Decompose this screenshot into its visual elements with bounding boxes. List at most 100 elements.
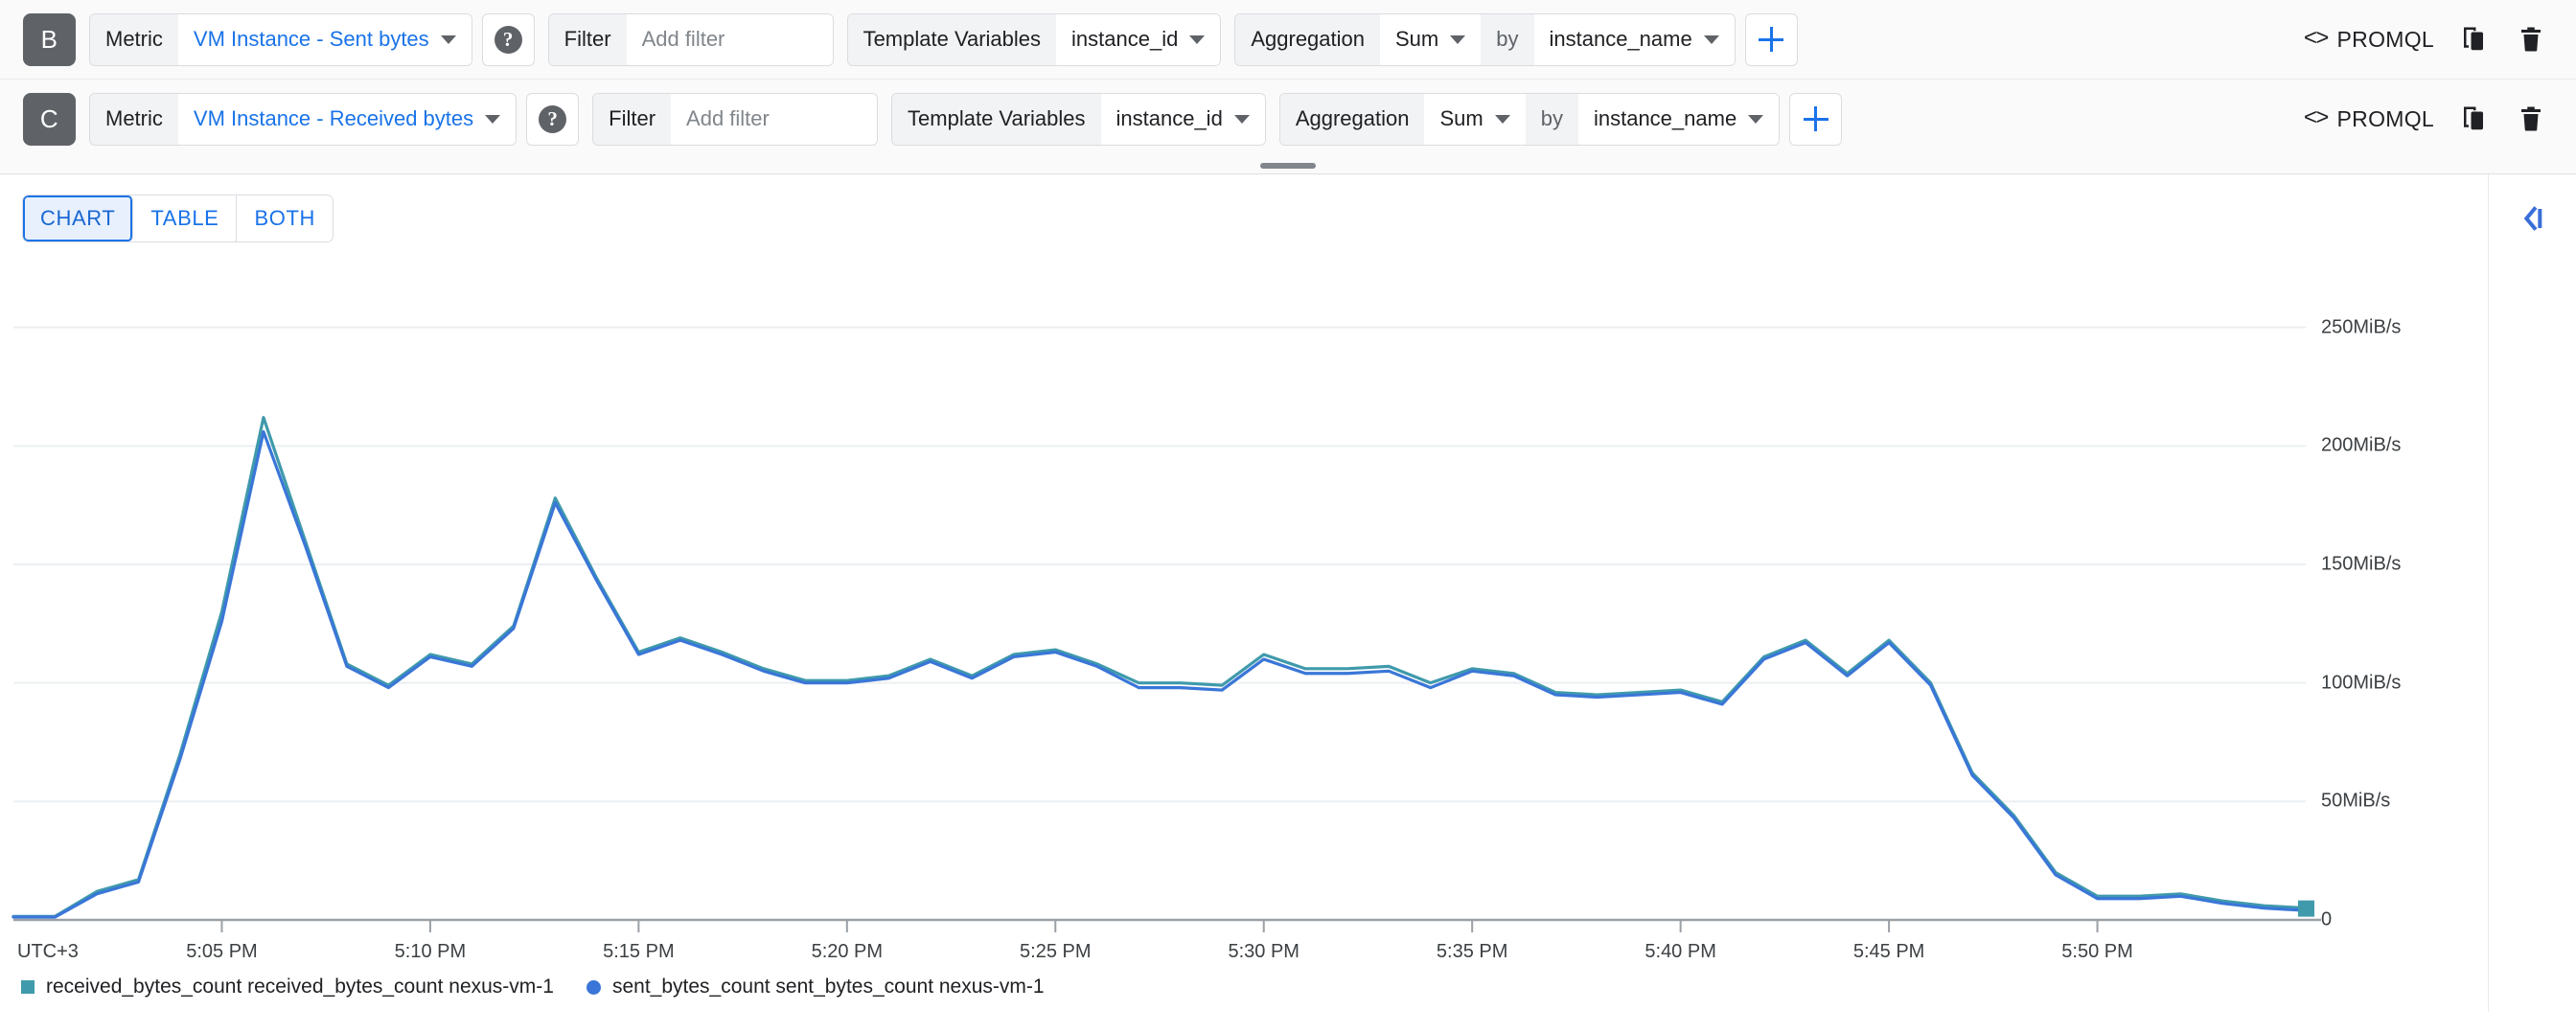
chart-legend: received_bytes_count received_bytes_coun…: [0, 962, 2488, 1012]
timezone-label: UTC+3: [17, 941, 79, 962]
aggregation-value-c: Sum: [1439, 106, 1484, 130]
query-row-badge-b[interactable]: B: [23, 12, 76, 66]
x-axis-tick: 5:45 PM: [1852, 941, 1925, 962]
aggregation-select-c[interactable]: Sum: [1424, 93, 1526, 145]
x-axis-tick: 5:15 PM: [603, 941, 675, 962]
metric-help-button-b[interactable]: ?: [481, 12, 535, 66]
trash-icon: [2521, 106, 2541, 131]
promql-toggle-b[interactable]: <> PROMQL: [2304, 27, 2434, 53]
duplicate-icon: [2464, 27, 2483, 51]
metric-select-c[interactable]: VM Instance - Received bytes: [177, 93, 517, 145]
chevron-down-icon: [1233, 114, 1250, 124]
template-variables-label-c: Template Variables: [892, 93, 1101, 145]
add-group-by-button-b[interactable]: [1744, 12, 1798, 66]
metric-select-b[interactable]: VM Instance - Sent bytes: [177, 13, 472, 65]
chevron-down-icon: [440, 34, 456, 44]
by-label-c: by: [1525, 93, 1578, 145]
x-axis-tick: 5:50 PM: [2061, 941, 2133, 962]
template-variables-field-c[interactable]: Template Variables instance_id: [891, 92, 1266, 146]
x-axis-tick: 5:35 PM: [1436, 941, 1508, 962]
view-mode-both[interactable]: BOTH: [237, 195, 333, 241]
chevron-down-icon: [1494, 114, 1510, 124]
row-actions-b: <> PROMQL: [2304, 21, 2553, 57]
metric-value-b: VM Instance - Sent bytes: [193, 27, 429, 51]
metric-field-c[interactable]: Metric VM Instance - Received bytes: [89, 92, 518, 146]
aggregation-select-b[interactable]: Sum: [1380, 13, 1482, 65]
aggregation-label-c: Aggregation: [1279, 93, 1425, 145]
legend-item-sent[interactable]: sent_bytes_count sent_bytes_count nexus-…: [586, 976, 1045, 999]
chevron-down-icon: [1450, 34, 1466, 44]
template-variables-label-b: Template Variables: [847, 13, 1057, 65]
x-axis-tick: 5:20 PM: [811, 941, 884, 962]
x-axis-tick: 5:10 PM: [394, 941, 467, 962]
filter-label-b: Filter: [548, 13, 627, 65]
help-icon: ?: [539, 104, 567, 133]
view-mode-table[interactable]: TABLE: [133, 195, 238, 241]
aggregation-value-b: Sum: [1395, 27, 1439, 51]
chevron-down-icon: [1748, 114, 1764, 124]
legend-label-received: received_bytes_count received_bytes_coun…: [46, 976, 554, 998]
x-axis-tick: 5:25 PM: [1020, 941, 1092, 962]
chevron-down-icon: [1703, 34, 1719, 44]
template-variables-select-c[interactable]: instance_id: [1100, 93, 1265, 145]
metric-label-c: Metric: [90, 93, 178, 145]
collapse-panel-button[interactable]: [2510, 195, 2556, 241]
legend-label-sent: sent_bytes_count sent_bytes_count nexus-…: [611, 976, 1045, 998]
filter-field-b[interactable]: Filter: [547, 12, 834, 66]
panel-resize-handle[interactable]: [1260, 163, 1316, 169]
template-variables-field-b[interactable]: Template Variables instance_id: [846, 12, 1222, 66]
delete-query-button-b[interactable]: [2513, 21, 2549, 57]
group-by-select-b[interactable]: instance_name: [1533, 13, 1735, 65]
help-icon: ?: [494, 25, 522, 54]
chevron-down-icon: [485, 114, 501, 124]
metric-value-c: VM Instance - Received bytes: [193, 106, 474, 130]
y-axis-tick: 150MiB/s: [2321, 553, 2402, 575]
query-row-b: B Metric VM Instance - Sent bytes ? Filt…: [0, 0, 2576, 79]
aggregation-field-b[interactable]: Aggregation Sum by instance_name: [1234, 12, 1736, 66]
group-by-value-c: instance_name: [1593, 106, 1737, 130]
legend-swatch-square-icon: [21, 980, 34, 994]
metric-help-button-c[interactable]: ?: [526, 92, 580, 146]
query-builder-panel: B Metric VM Instance - Sent bytes ? Filt…: [0, 0, 2576, 174]
query-row-badge-c[interactable]: C: [23, 92, 76, 146]
add-group-by-button-c[interactable]: [1789, 92, 1843, 146]
x-axis-tick: 5:05 PM: [186, 941, 258, 962]
by-label-b: by: [1481, 13, 1534, 65]
filter-label-c: Filter: [593, 93, 672, 145]
chart-section: CHART TABLE BOTH 0 50MiB/s 100MiB/s 150MiB/…: [0, 174, 2576, 1012]
metric-label-b: Metric: [90, 13, 178, 65]
delete-query-button-c[interactable]: [2513, 101, 2549, 137]
code-icon: <>: [2303, 105, 2330, 132]
aggregation-field-c[interactable]: Aggregation Sum by instance_name: [1278, 92, 1781, 146]
duplicate-query-button-c[interactable]: [2455, 101, 2492, 137]
legend-item-received[interactable]: received_bytes_count received_bytes_coun…: [21, 976, 554, 999]
metric-field-b[interactable]: Metric VM Instance - Sent bytes: [89, 12, 472, 66]
duplicate-query-button-b[interactable]: [2455, 21, 2492, 57]
view-mode-chart[interactable]: CHART: [23, 195, 134, 241]
line-chart-svg: [12, 326, 2321, 932]
y-axis-tick-labels: 0 50MiB/s 100MiB/s 150MiB/s 200MiB/s 250MiB/s: [2306, 174, 2488, 1012]
legend-swatch-circle-icon: [586, 979, 601, 995]
x-axis-tick: 5:30 PM: [1228, 941, 1300, 962]
panel-resize-area: [0, 158, 2576, 173]
aggregation-label-b: Aggregation: [1235, 13, 1380, 65]
group-by-value-b: instance_name: [1549, 27, 1692, 51]
view-mode-toggle: CHART TABLE BOTH: [23, 195, 333, 241]
template-variables-value-c: instance_id: [1116, 106, 1223, 130]
y-axis-tick: 100MiB/s: [2321, 672, 2402, 694]
query-row-c: C Metric VM Instance - Received bytes ? …: [0, 80, 2576, 158]
filter-input-c[interactable]: [671, 93, 878, 145]
template-variables-select-b[interactable]: instance_id: [1056, 13, 1221, 65]
plot-area[interactable]: 0 50MiB/s 100MiB/s 150MiB/s 200MiB/s 250MiB/s…: [0, 174, 2488, 1012]
promql-label-c: PROMQL: [2336, 105, 2434, 131]
filter-input-b[interactable]: [626, 13, 833, 65]
group-by-select-c[interactable]: instance_name: [1577, 93, 1780, 145]
promql-toggle-c[interactable]: <> PROMQL: [2304, 106, 2434, 132]
x-axis-tick: 5:40 PM: [1644, 941, 1716, 962]
y-axis-tick: 50MiB/s: [2321, 790, 2391, 812]
right-rail: [2488, 174, 2576, 1012]
collapse-left-icon: [2523, 206, 2542, 231]
row-actions-c: <> PROMQL: [2304, 101, 2553, 137]
filter-field-c[interactable]: Filter: [592, 92, 879, 146]
y-axis-tick: 250MiB/s: [2321, 316, 2402, 338]
